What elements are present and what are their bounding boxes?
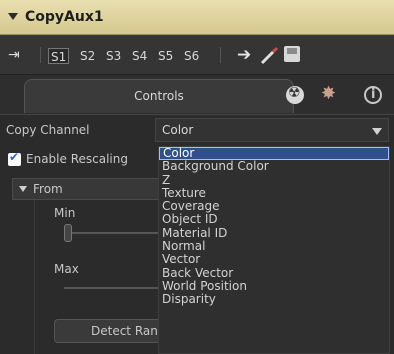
group-border	[34, 200, 35, 354]
copy-channel-select[interactable]: Color	[155, 118, 389, 142]
settings-gear-icon[interactable]	[320, 83, 338, 104]
dropdown-option-z[interactable]: Z	[159, 173, 389, 187]
view-slot-s6[interactable]: S6	[182, 48, 201, 64]
view-slot-s5[interactable]: S5	[156, 48, 175, 64]
tab-row: Controls	[0, 75, 394, 114]
copy-channel-label: Copy Channel	[6, 123, 90, 137]
view-slot-s3[interactable]: S3	[104, 48, 123, 64]
min-slider-handle[interactable]	[64, 224, 72, 242]
enable-rescaling-checkbox[interactable]	[8, 150, 21, 166]
max-slider-track[interactable]	[64, 287, 164, 289]
copy-channel-value: Color	[162, 123, 194, 137]
expand-triangle-icon	[19, 186, 27, 192]
dropdown-option-vector[interactable]: Vector	[159, 253, 389, 266]
tab-controls[interactable]: Controls	[24, 79, 294, 113]
toolbar-divider	[40, 47, 41, 63]
dropdown-option-texture[interactable]: Texture	[159, 186, 389, 200]
radioactive-icon[interactable]	[286, 85, 304, 104]
dropdown-option-disparity[interactable]: Disparity	[159, 293, 389, 306]
pin-icon[interactable]: ⇥	[8, 47, 20, 63]
view-slot-s2[interactable]: S2	[78, 48, 97, 64]
max-label: Max	[54, 262, 79, 276]
toolbar-divider	[220, 47, 221, 63]
view-slot-s4[interactable]: S4	[130, 48, 149, 64]
node-title: CopyAux1	[25, 9, 104, 25]
dropdown-option-background-color[interactable]: Background Color	[159, 160, 389, 173]
dropdown-option-normal[interactable]: Normal	[159, 239, 389, 253]
min-slider-track[interactable]	[64, 232, 164, 234]
save-icon[interactable]	[284, 46, 300, 62]
view-toolbar: ⇥ S1 S2 S3 S4 S5 S6 ➔	[0, 35, 394, 75]
min-label: Min	[54, 206, 76, 220]
dropdown-option-coverage[interactable]: Coverage	[159, 200, 389, 213]
from-group-header[interactable]: From	[12, 178, 162, 200]
from-group-label: From	[33, 182, 63, 196]
collapse-triangle-icon[interactable]	[8, 13, 18, 20]
detect-range-button[interactable]: Detect Range	[54, 319, 164, 343]
info-icon[interactable]	[364, 86, 382, 104]
copy-channel-dropdown[interactable]: Color Background Color Z Texture Coverag…	[158, 146, 390, 354]
dropdown-option-object-id[interactable]: Object ID	[159, 213, 389, 226]
dropdown-option-back-vector[interactable]: Back Vector	[159, 266, 389, 280]
enable-rescaling-label[interactable]: Enable Rescaling	[26, 152, 128, 166]
arrow-right-icon[interactable]: ➔	[237, 45, 251, 65]
eyedropper-icon[interactable]	[257, 43, 283, 67]
view-slot-s1[interactable]: S1	[48, 48, 70, 64]
dropdown-option-color[interactable]: Color	[159, 147, 389, 161]
dropdown-option-material-id[interactable]: Material ID	[159, 226, 389, 240]
dropdown-option-world-position[interactable]: World Position	[159, 279, 389, 293]
chevron-down-icon	[372, 128, 382, 135]
node-title-bar[interactable]: CopyAux1	[0, 0, 394, 35]
